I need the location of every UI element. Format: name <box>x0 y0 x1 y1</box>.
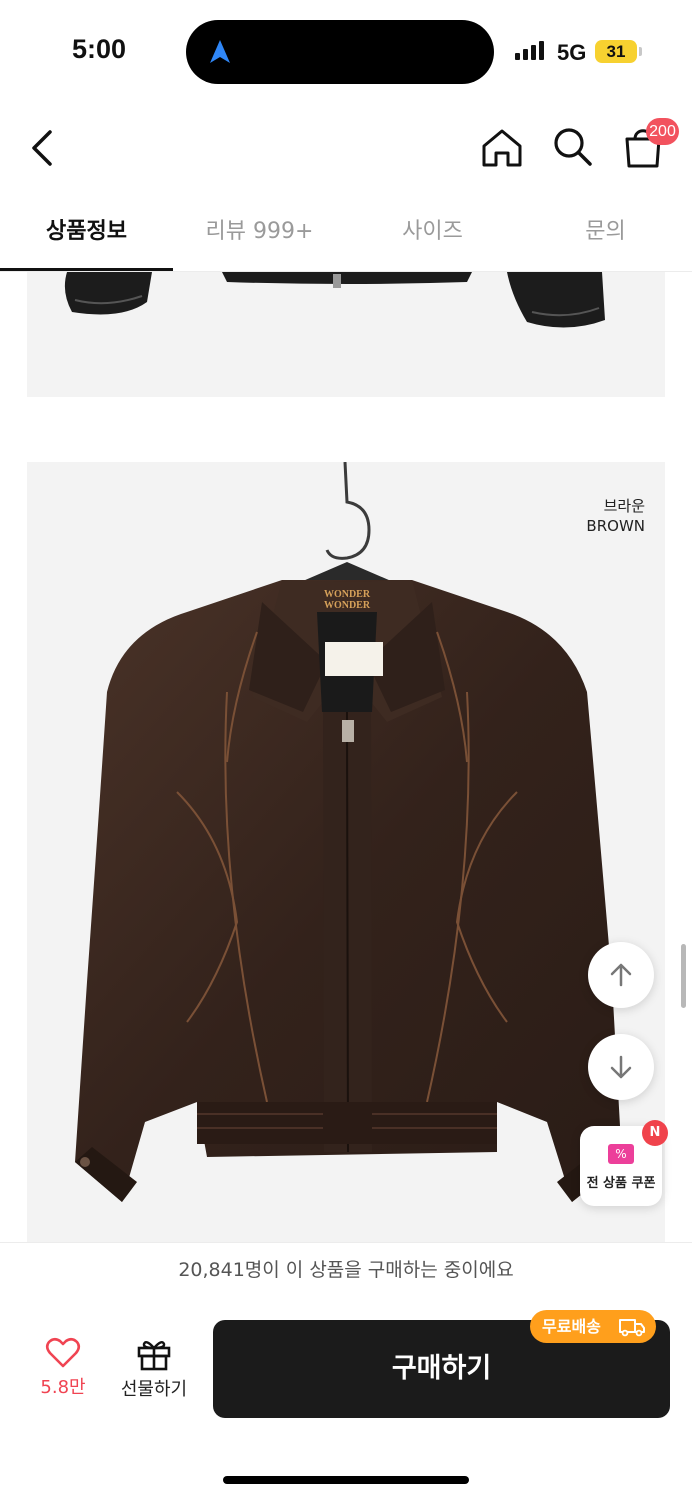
navigation-arrow-icon <box>210 40 230 63</box>
scroll-down-button[interactable] <box>588 1034 654 1100</box>
like-count: 5.8만 <box>40 1377 86 1398</box>
gift-icon <box>137 1341 171 1371</box>
battery-cap <box>639 47 642 56</box>
battery-level: 31 <box>606 42 626 61</box>
jacket-hem-illustration <box>64 272 605 328</box>
like-button[interactable]: 5.8만 <box>26 1337 100 1407</box>
delivery-truck-icon <box>619 1319 645 1337</box>
coupon-ticket-icon: % <box>608 1144 634 1164</box>
battery-icon: 31 <box>595 40 637 63</box>
active-tab-indicator <box>0 268 173 271</box>
gift-label: 선물하기 <box>120 1379 188 1400</box>
scroll-up-button[interactable] <box>588 942 654 1008</box>
arrow-down-icon <box>610 1055 632 1079</box>
new-badge: N <box>642 1120 668 1146</box>
product-image-brown-jacket: WONDER WONDER 브라운 BROWN <box>27 462 665 1242</box>
brown-leather-jacket-illustration: WONDER WONDER <box>75 462 622 1202</box>
coupon-label: 전 상품 쿠폰 <box>586 1176 656 1191</box>
heart-icon <box>45 1337 81 1368</box>
tab-size[interactable]: 사이즈 <box>346 195 519 271</box>
svg-text:WONDER: WONDER <box>324 600 371 611</box>
color-name-en: BROWN <box>586 517 645 535</box>
cellular-signal-icon <box>515 41 544 60</box>
color-name-ko: 브라운 <box>603 497 645 515</box>
status-time: 5:00 <box>72 34 127 64</box>
home-indicator <box>223 1476 469 1484</box>
free-shipping-label: 무료배송 <box>542 1317 601 1336</box>
status-bar: 5:00 5G 31 <box>0 0 692 100</box>
dynamic-island <box>186 20 494 84</box>
purchasing-now-notice: 20,841명이 이 상품을 구매하는 중이에요 <box>0 1242 692 1300</box>
scrollbar[interactable] <box>681 944 686 1008</box>
bottom-action-bar: 5.8만 선물하기 구매하기 무료배송 <box>0 1299 692 1500</box>
free-shipping-badge: 무료배송 <box>530 1310 656 1343</box>
top-navigation <box>0 100 692 195</box>
hanger-brand-logo: WONDER <box>324 589 371 600</box>
color-label: 브라운 BROWN <box>586 496 645 536</box>
gift-button[interactable]: 선물하기 <box>112 1337 196 1407</box>
product-tabs: 상품정보 리뷰 999+ 사이즈 문의 <box>0 195 692 272</box>
product-image-partial <box>27 272 665 397</box>
arrow-up-icon <box>610 963 632 987</box>
network-type: 5G <box>557 40 587 65</box>
search-icon[interactable] <box>548 122 596 170</box>
home-icon[interactable] <box>478 124 526 172</box>
tab-product-info[interactable]: 상품정보 <box>0 195 173 271</box>
tab-reviews[interactable]: 리뷰 999+ <box>173 195 346 271</box>
cart-count-badge: 200 <box>646 118 679 145</box>
tab-inquiry[interactable]: 문의 <box>519 195 692 271</box>
back-arrow-icon[interactable] <box>24 126 64 170</box>
